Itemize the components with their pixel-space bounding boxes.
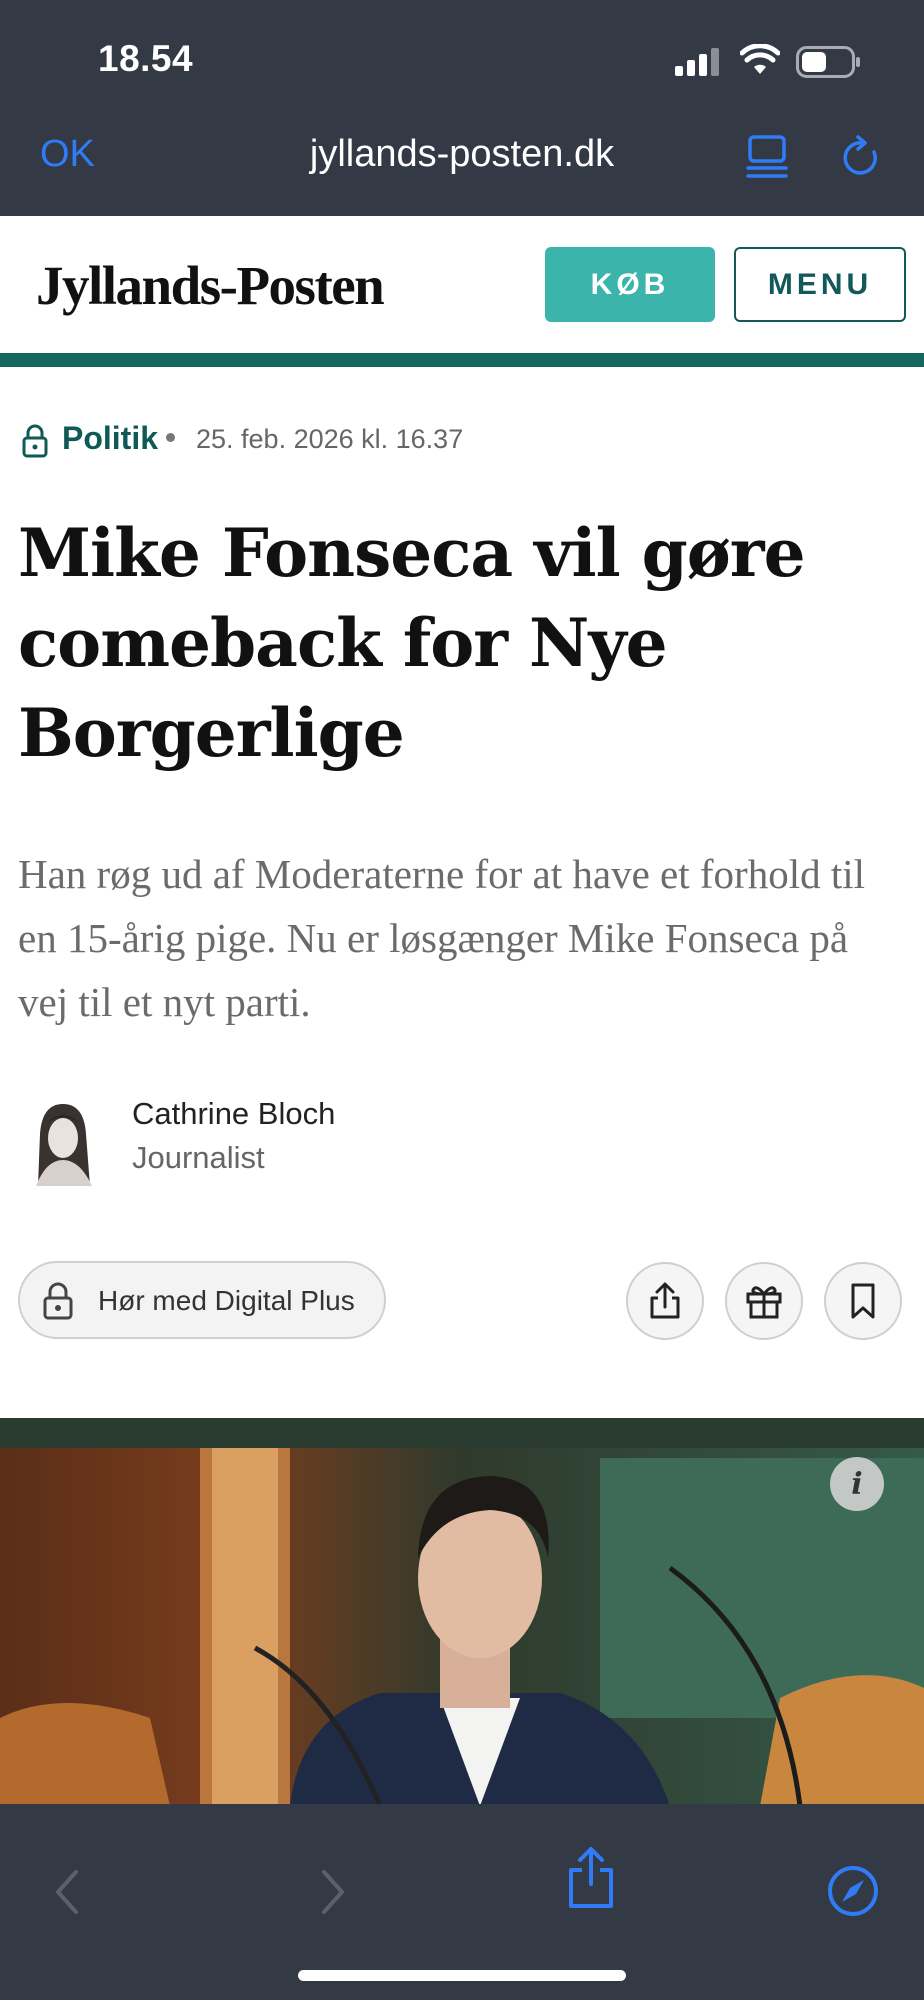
listen-label: Hør med Digital Plus xyxy=(98,1285,355,1316)
gift-article-button[interactable] xyxy=(725,1262,803,1340)
forward-chevron-icon[interactable] xyxy=(318,1868,348,1916)
compass-icon[interactable] xyxy=(826,1864,880,1918)
section-link[interactable]: Politik xyxy=(62,420,158,457)
home-indicator xyxy=(298,1970,626,1981)
lock-icon xyxy=(22,424,48,458)
lock-icon xyxy=(43,1282,73,1320)
browser-top-bar: 18.54 OK jyllands-posten.dk xyxy=(0,0,924,216)
image-info-button[interactable]: i xyxy=(830,1457,884,1511)
article-lead: Han røg ud af Moderaterne for at have et… xyxy=(18,851,866,1025)
author-name[interactable]: Cathrine Bloch xyxy=(132,1096,335,1132)
share-icon[interactable] xyxy=(566,1846,616,1910)
separator-dot xyxy=(166,433,175,442)
site-header: Jyllands-Posten KØB MENU xyxy=(0,216,924,354)
wifi-icon xyxy=(740,44,780,74)
share-article-button[interactable] xyxy=(626,1262,704,1340)
buy-button[interactable]: KØB xyxy=(545,247,715,322)
article-hero-image[interactable] xyxy=(0,1418,924,1806)
header-divider xyxy=(0,353,924,367)
article-headline: Mike Fonseca vil gøre comeback for Nye B… xyxy=(18,514,806,772)
share-icon xyxy=(650,1282,680,1319)
publish-date: 25. feb. 2026 kl. 16.37 xyxy=(196,424,464,454)
author-role: Journalist xyxy=(132,1140,265,1175)
reload-icon[interactable] xyxy=(840,134,884,180)
bookmark-icon xyxy=(851,1283,875,1319)
listen-digital-plus-button[interactable]: Hør med Digital Plus xyxy=(18,1261,386,1339)
gift-icon xyxy=(746,1286,782,1319)
tabs-icon[interactable] xyxy=(746,134,788,180)
status-time: 18.54 xyxy=(98,38,194,79)
bookmark-button[interactable] xyxy=(824,1262,902,1340)
cellular-signal-icon xyxy=(675,48,719,76)
battery-icon xyxy=(796,46,860,78)
back-chevron-icon[interactable] xyxy=(52,1868,82,1916)
author-avatar[interactable] xyxy=(18,1094,108,1186)
site-logo[interactable]: Jyllands-Posten xyxy=(36,254,385,317)
menu-button[interactable]: MENU xyxy=(734,247,906,322)
